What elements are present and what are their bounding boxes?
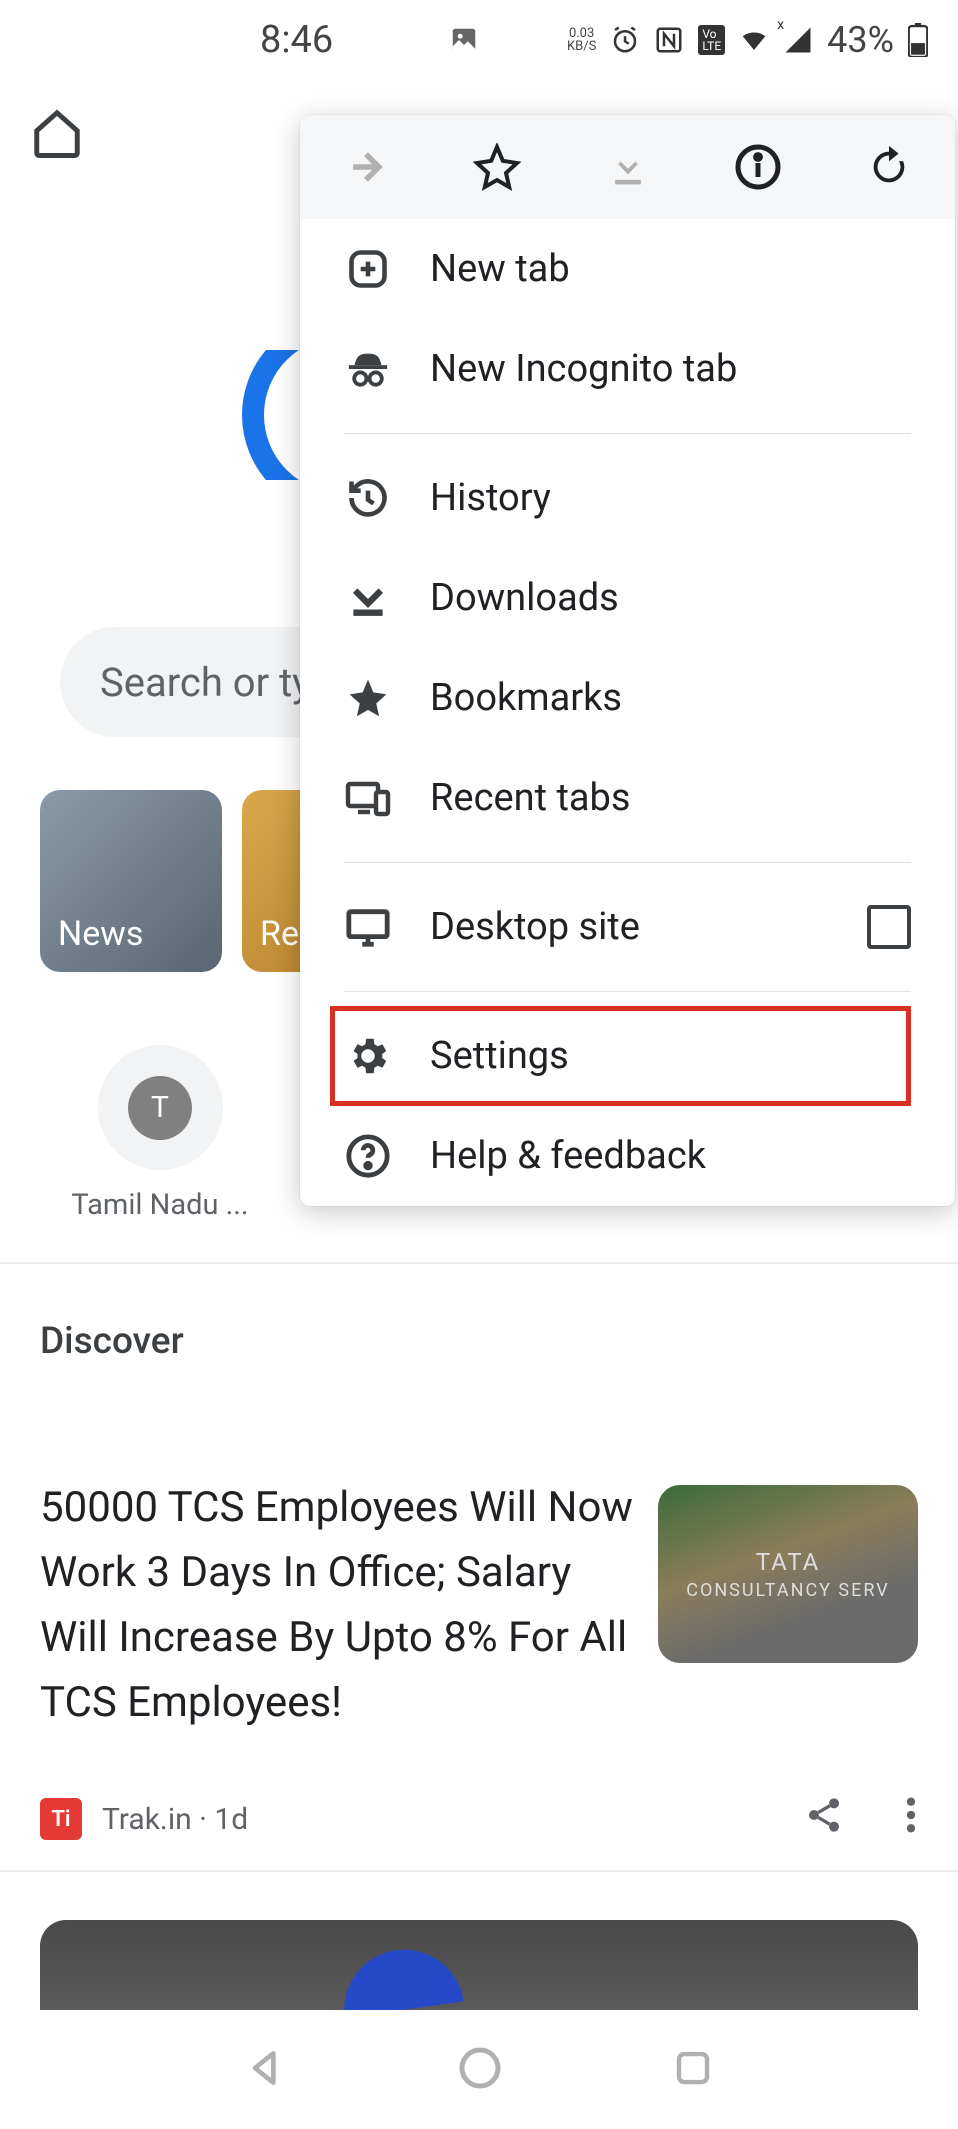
help-icon [344,1132,392,1180]
status-bar: 8:46 0.03KB/S VoLTE x 43% [0,0,958,80]
divider [0,1262,958,1264]
system-nav-bar [0,2010,958,2129]
home-icon[interactable] [30,106,84,164]
cellular-icon: x [783,25,813,55]
screenshot-icon [449,25,479,55]
article-headline: 50000 TCS Employees Will Now Work 3 Days… [40,1475,640,1735]
menu-new-tab[interactable]: New tab [300,219,955,319]
battery-percent: 43% [827,19,894,61]
article-source-icon: Ti [40,1798,82,1840]
network-speed: 0.03KB/S [567,27,596,53]
article-source: Trak.in · 1d [102,1802,248,1837]
menu-recent-tabs[interactable]: Recent tabs [300,748,955,848]
gear-icon [344,1032,392,1080]
menu-label: Desktop site [430,905,640,949]
menu-settings[interactable]: Settings [330,1006,911,1106]
menu-label: Bookmarks [430,676,622,720]
nfc-icon [654,25,684,55]
search-placeholder: Search or typ [100,659,334,706]
menu-desktop-site[interactable]: Desktop site [300,877,955,977]
menu-history[interactable]: History [300,448,955,548]
category-news[interactable]: News [40,790,222,972]
more-vert-icon[interactable] [904,1795,918,1843]
menu-divider [344,862,911,863]
star-icon[interactable] [471,141,523,193]
menu-label: Help & feedback [430,1134,706,1178]
menu-label: New tab [430,247,570,291]
menu-label: History [430,476,551,520]
desktop-site-checkbox[interactable] [867,905,911,949]
download-icon[interactable] [602,141,654,193]
menu-bookmarks[interactable]: Bookmarks [300,648,955,748]
wifi-icon [739,25,769,55]
reload-icon[interactable] [863,141,915,193]
shortcut-avatar: T [98,1045,223,1170]
overflow-menu: New tab New Incognito tab History Downlo… [300,115,955,1206]
history-icon [344,474,392,522]
menu-downloads[interactable]: Downloads [300,548,955,648]
devices-icon [344,774,392,822]
menu-label: Settings [430,1034,569,1078]
desktop-icon [344,903,392,951]
menu-incognito[interactable]: New Incognito tab [300,319,955,419]
volte-icon: VoLTE [698,25,725,55]
menu-label: Downloads [430,576,619,620]
forward-icon[interactable] [340,141,392,193]
article-thumbnail: TATA CONSULTANCY SERV [658,1485,918,1663]
menu-divider [344,991,911,992]
nav-recents-icon[interactable] [672,2047,714,2093]
status-time: 8:46 [260,18,333,62]
share-icon[interactable] [804,1795,844,1843]
article-thumbnail[interactable] [40,1920,918,2010]
downloads-icon [344,574,392,622]
plus-icon [344,245,392,293]
menu-label: New Incognito tab [430,347,737,391]
menu-top-actions [300,115,955,219]
menu-help[interactable]: Help & feedback [300,1106,955,1206]
shortcut-label: Tamil Nadu ... [70,1188,250,1222]
bookmarks-icon [344,674,392,722]
nav-back-icon[interactable] [244,2046,288,2094]
divider [0,1870,958,1872]
info-icon[interactable] [732,141,784,193]
battery-icon [908,23,928,57]
nav-home-icon[interactable] [456,2044,504,2096]
alarm-icon [610,25,640,55]
article-card[interactable]: 50000 TCS Employees Will Now Work 3 Days… [40,1475,918,1843]
menu-label: Recent tabs [430,776,631,820]
incognito-icon [344,345,392,393]
article-meta: Ti Trak.in · 1d [40,1795,918,1843]
site-shortcut[interactable]: T Tamil Nadu ... [70,1045,250,1222]
menu-divider [344,433,911,434]
discover-heading: Discover [40,1320,184,1363]
